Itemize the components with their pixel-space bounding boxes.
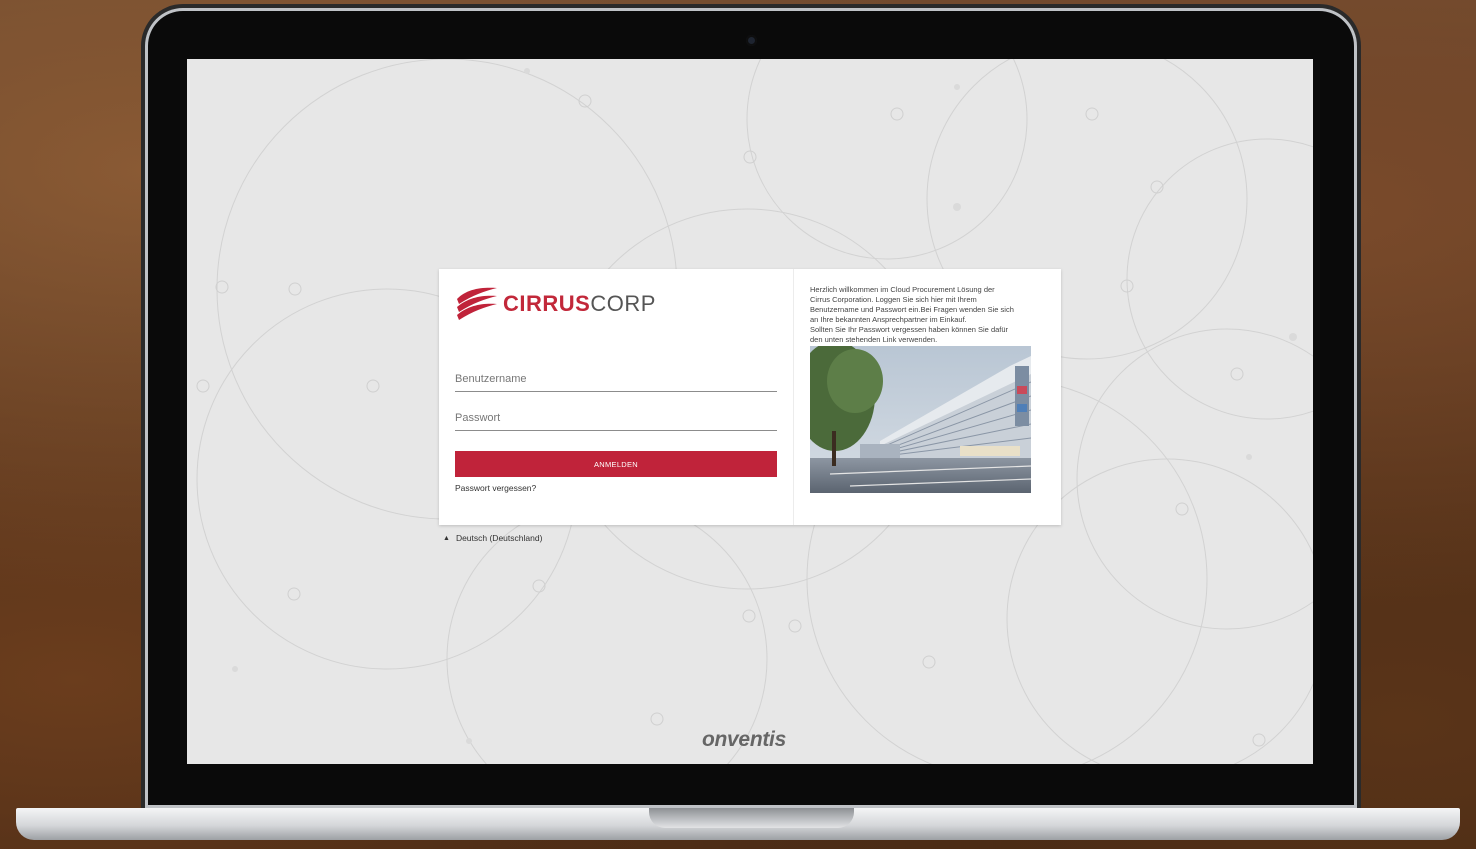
welcome-line: Herzlich willkommen im Cloud Procurement… (810, 285, 995, 294)
laptop-hinge-notch (649, 808, 854, 828)
language-label: Deutsch (Deutschland) (455, 533, 543, 543)
login-form-panel: CIRRUSCORP ANMELDEN Passwort vergessen? (439, 269, 794, 525)
welcome-line: Benutzername und Passwort ein.Bei Fragen… (810, 305, 1014, 314)
forgot-password-link[interactable]: Passwort vergessen? (455, 483, 536, 493)
login-card: CIRRUSCORP ANMELDEN Passwort vergessen? … (439, 269, 1061, 525)
logo-text-bold: CIRRUS (503, 291, 591, 316)
welcome-text: Herzlich willkommen im Cloud Procurement… (810, 285, 1046, 345)
cirrus-swoosh-logo-icon (457, 287, 497, 320)
welcome-line: Sollten Sie Ihr Passwort vergessen haben… (810, 325, 1009, 334)
building-photo (810, 346, 1031, 493)
password-field (455, 408, 777, 431)
company-logo: CIRRUSCORP (455, 285, 656, 323)
username-input[interactable] (455, 373, 777, 385)
laptop-screen: CIRRUSCORP ANMELDEN Passwort vergessen? … (187, 59, 1313, 764)
welcome-line: an Ihre bekannten Ansprechpartner im Ein… (810, 315, 967, 324)
username-field (455, 369, 777, 392)
logo-text-light: CORP (590, 291, 656, 316)
welcome-line: Cirrus Corporation. Loggen Sie sich hier… (810, 295, 977, 304)
welcome-panel: Herzlich willkommen im Cloud Procurement… (794, 269, 1061, 525)
login-button[interactable]: ANMELDEN (455, 451, 777, 477)
triangle-up-icon: ▲ (443, 534, 450, 542)
password-input[interactable] (455, 412, 777, 424)
camera (746, 35, 757, 46)
logo-wordmark: CIRRUSCORP (503, 291, 656, 317)
welcome-line: den unten stehenden Link verwenden. (810, 335, 938, 344)
language-selector[interactable]: ▲ Deutsch (Deutschland) (443, 533, 542, 543)
onventis-footer-logo: onventis (702, 728, 786, 751)
